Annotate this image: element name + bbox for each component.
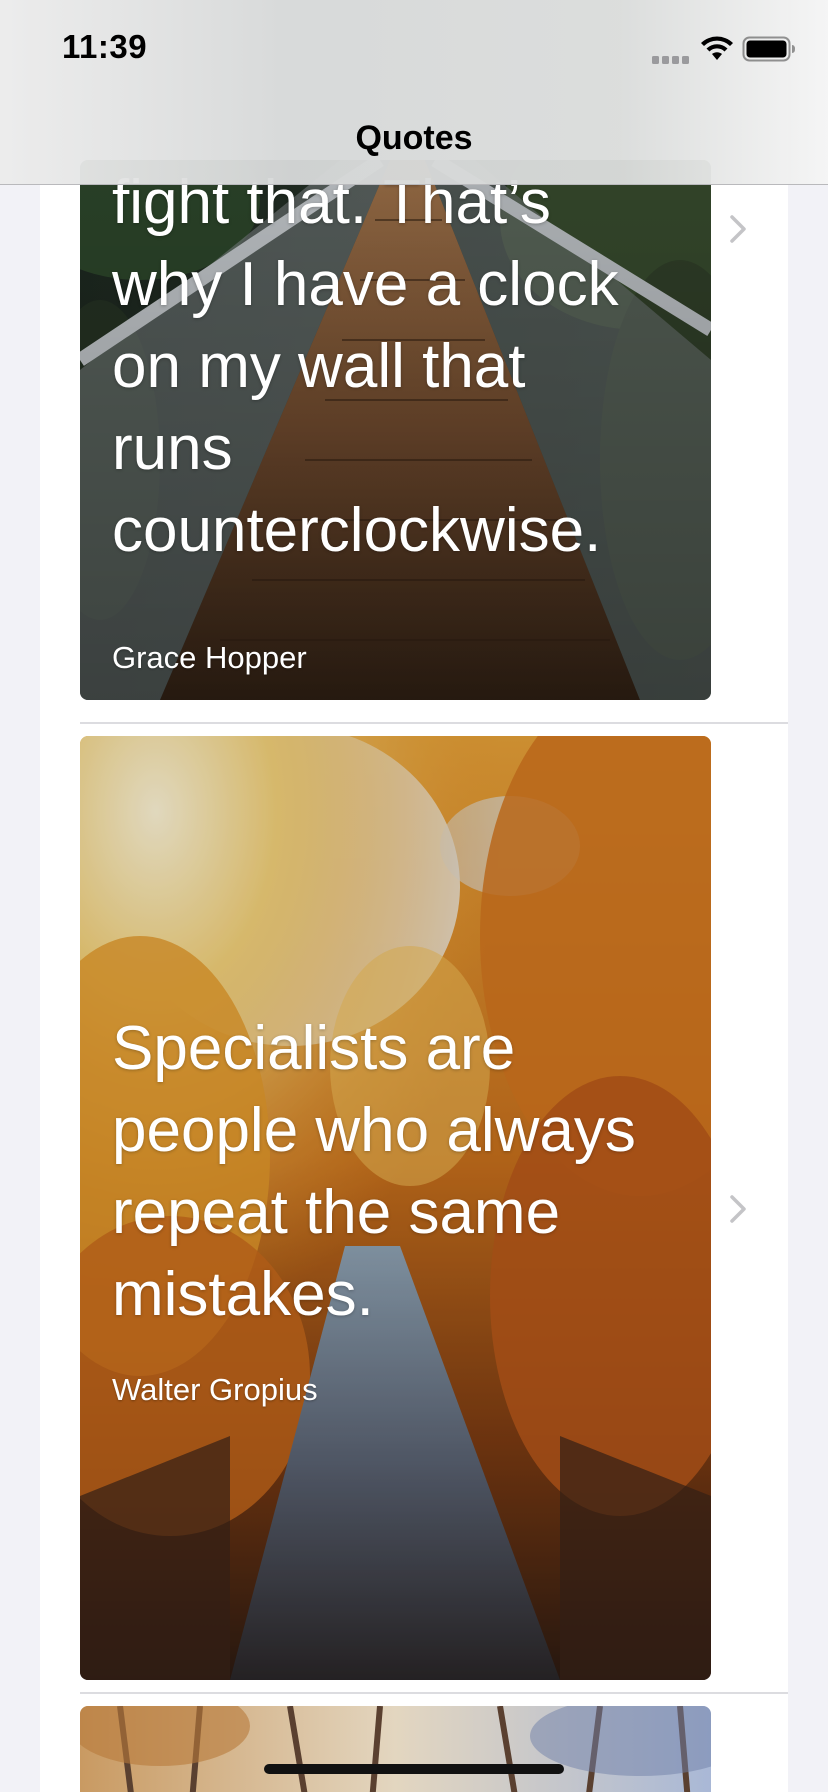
chevron-right-icon (730, 1195, 746, 1223)
quote-line: runs (112, 414, 233, 483)
home-indicator[interactable] (264, 1764, 564, 1774)
quote-line: people who always (112, 1096, 636, 1165)
quote-card: Specialists are people who always repeat… (80, 736, 711, 1680)
quote-line: Specialists are (112, 1014, 516, 1083)
quote-line: counterclockwise. (112, 496, 602, 565)
quote-card (80, 1706, 711, 1792)
quote-author: Grace Hopper (112, 640, 307, 675)
quote-line: repeat the same (112, 1178, 561, 1247)
quote-line: why I have a clock (112, 250, 619, 319)
wifi-icon (701, 36, 733, 60)
cellular-signal-icon (652, 56, 689, 64)
battery-icon (742, 36, 795, 62)
navigation-bar: 11:39 Quotes (0, 0, 828, 185)
status-time: 11:39 (62, 28, 148, 65)
chevron-right-icon (730, 215, 746, 243)
quote-text: fight that. That’s why I have a clock on… (112, 162, 672, 572)
page-title: Quotes (355, 119, 473, 157)
quote-text: Specialists are people who always repeat… (112, 1008, 672, 1336)
quote-line: mistakes. (112, 1260, 374, 1329)
trees-photo (80, 1706, 711, 1792)
quote-card: fight that. That’s why I have a clock on… (80, 160, 711, 700)
screen: fight that. That’s why I have a clock on… (0, 0, 828, 1792)
quote-line: on my wall that (112, 332, 526, 401)
quote-author: Walter Gropius (112, 1372, 318, 1407)
